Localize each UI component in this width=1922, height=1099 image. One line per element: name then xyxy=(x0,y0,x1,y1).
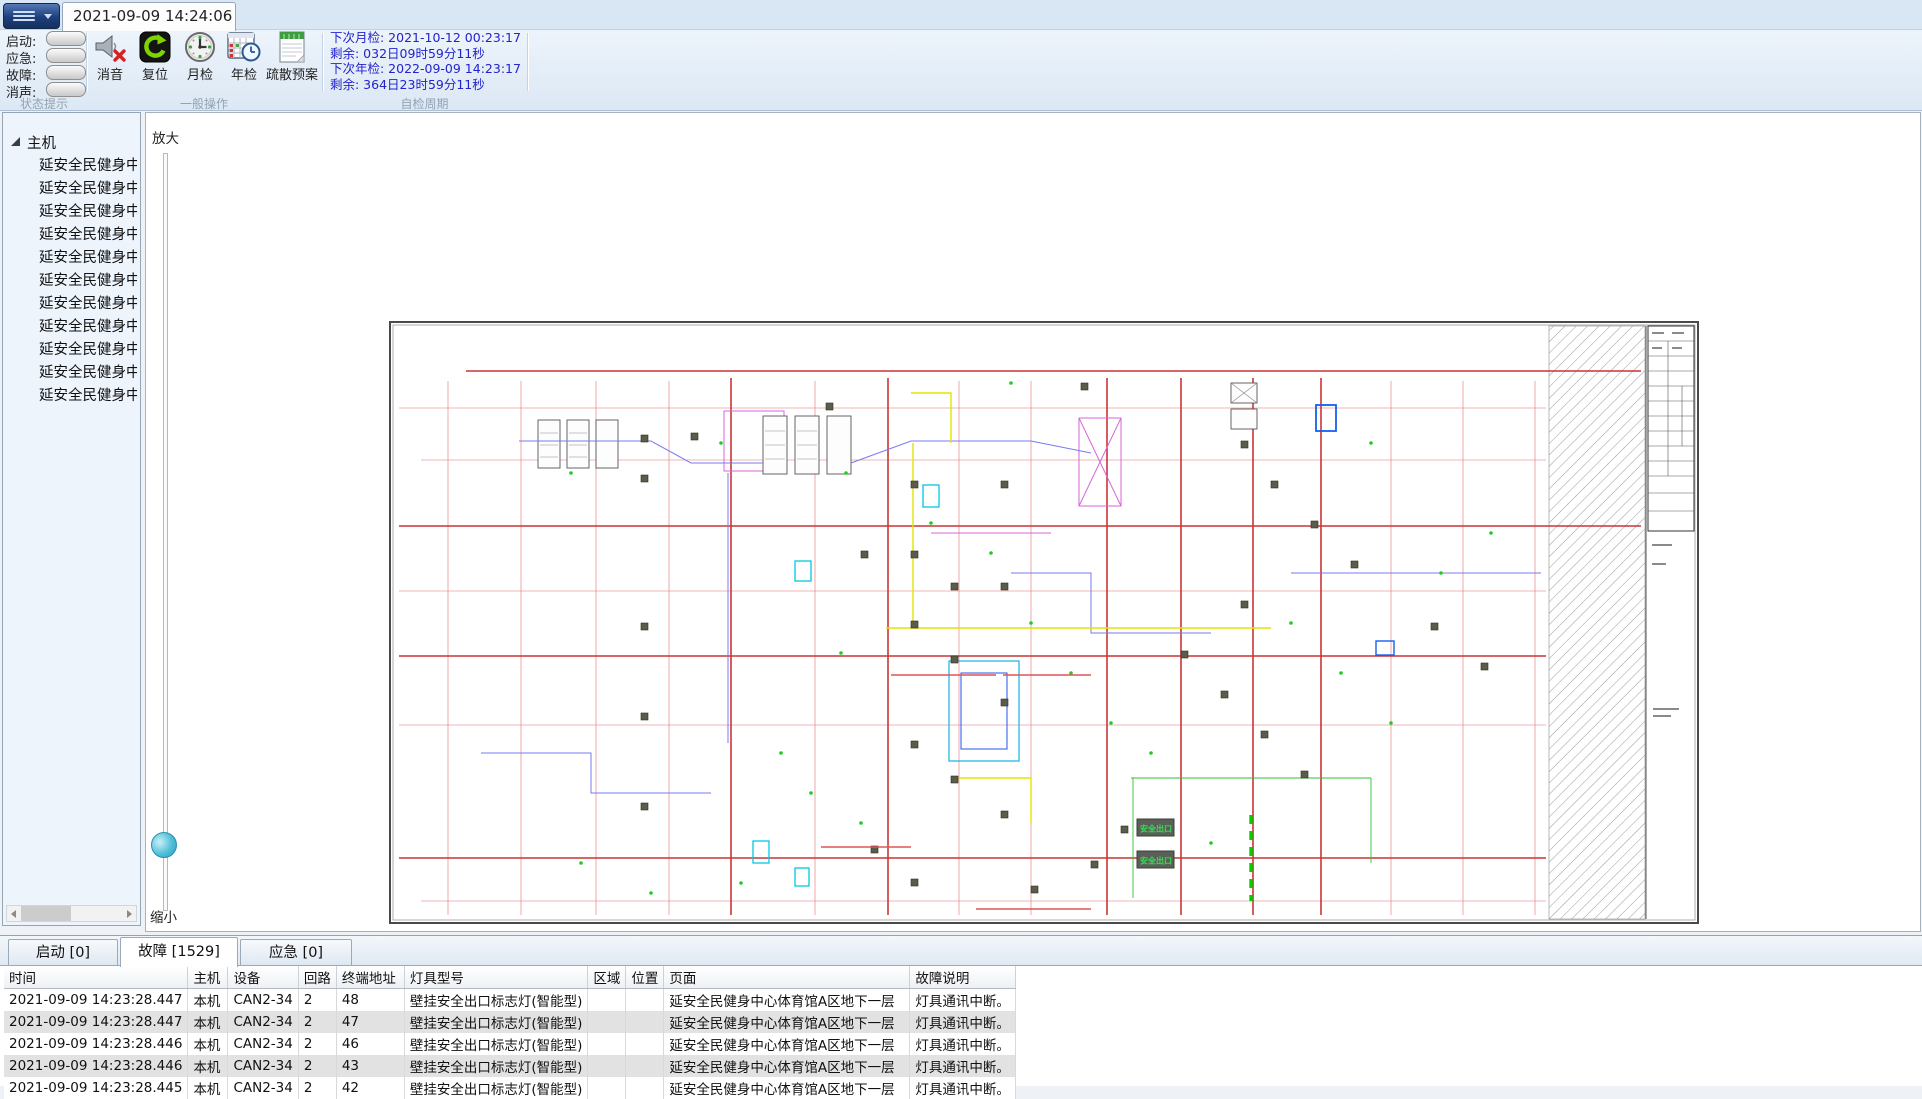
table-row[interactable]: 2021-09-09 14:23:28.446本机 CAN2-342 43壁挂安… xyxy=(4,1055,1015,1077)
zoom-slider-track[interactable] xyxy=(163,153,168,911)
tree-item-9[interactable]: 延安全民健身中心 xyxy=(39,361,137,381)
tab-fault-events[interactable]: 故障 [1529] xyxy=(120,937,238,967)
event-log-panel: 启动 [0] 故障 [1529] 应急 [0] 时间 主机 设备 回路 终端地址… xyxy=(0,935,1922,1086)
actions-group-caption: 一般操作 xyxy=(86,95,322,110)
group-separator xyxy=(527,33,529,91)
hamburger-menu-icon xyxy=(13,11,35,23)
col-header-loop[interactable]: 回路 xyxy=(298,966,336,989)
floor-plan-svg: 安全出口 安全出口 xyxy=(391,323,1697,922)
tree-item-10[interactable]: 延安全民健身中心 xyxy=(39,384,137,404)
selfcheck-group-caption: 自检周期 xyxy=(322,95,527,110)
monthly-check-clock-icon xyxy=(183,31,217,63)
col-header-lamp-model[interactable]: 灯具型号 xyxy=(404,966,588,989)
tree-root-host[interactable]: 主机 xyxy=(27,132,56,153)
status-row-start: 启动: xyxy=(6,31,41,47)
annual-check-calendar-icon xyxy=(227,31,261,63)
exit-sign: 安全出口 安全出口 xyxy=(1137,819,1174,868)
window-title-tab[interactable]: 2021-09-09 14:24:06 xyxy=(62,2,236,31)
col-header-host[interactable]: 主机 xyxy=(188,966,228,989)
fault-indicator-light xyxy=(46,65,86,80)
tree-item-2[interactable]: 延安全民健身中心 xyxy=(39,200,137,220)
next-monthly-check-text: 下次月检: 2021-10-12 00:23:17 xyxy=(330,30,524,46)
col-header-time[interactable]: 时间 xyxy=(4,966,188,989)
tree-item-6[interactable]: 延安全民健身中心 xyxy=(39,292,137,312)
reset-button[interactable]: 复位 xyxy=(133,31,177,83)
svg-text:安全出口: 安全出口 xyxy=(1140,824,1172,834)
tree-item-7[interactable]: 延安全民健身中心 xyxy=(39,315,137,335)
floor-plan-drawing[interactable]: 安全出口 安全出口 xyxy=(389,321,1699,924)
col-header-area[interactable]: 区域 xyxy=(588,966,626,989)
start-indicator-light xyxy=(46,31,86,46)
emergency-indicator-light xyxy=(46,48,86,63)
monthly-check-button[interactable]: 月检 xyxy=(178,31,222,83)
table-header-row: 时间 主机 设备 回路 终端地址 灯具型号 区域 位置 页面 故障说明 xyxy=(4,966,1015,989)
annual-check-button-label: 年检 xyxy=(222,64,266,83)
col-header-fault-description[interactable]: 故障说明 xyxy=(910,966,1016,989)
monthly-remaining-text: 剩余: 032日09时59分11秒 xyxy=(330,46,524,62)
col-header-device[interactable]: 设备 xyxy=(228,966,298,989)
tree-item-1[interactable]: 延安全民健身中心 xyxy=(39,177,137,197)
group-separator xyxy=(322,33,324,91)
tree-item-4[interactable]: 延安全民健身中心 xyxy=(39,246,137,266)
mute-speaker-icon xyxy=(93,31,127,63)
status-group-caption: 状态提示 xyxy=(2,95,86,110)
tree-item-8[interactable]: 延安全民健身中心 xyxy=(39,338,137,358)
tab-start-events[interactable]: 启动 [0] xyxy=(8,939,118,965)
col-header-page[interactable]: 页面 xyxy=(664,966,910,989)
col-header-terminal-address[interactable]: 终端地址 xyxy=(336,966,404,989)
app-menu-button[interactable] xyxy=(3,3,60,29)
dropdown-arrow-icon xyxy=(44,14,52,19)
col-header-position[interactable]: 位置 xyxy=(626,966,664,989)
reset-button-label: 复位 xyxy=(133,64,177,83)
next-annual-check-text: 下次年检: 2022-09-09 14:23:17 xyxy=(330,61,524,77)
window-tab-strip xyxy=(0,0,1922,30)
table-row[interactable]: 2021-09-09 14:23:28.447本机 CAN2-342 48壁挂安… xyxy=(4,989,1015,1012)
mute-button-label: 消音 xyxy=(88,64,132,83)
scrollbar-thumb[interactable] xyxy=(21,906,71,921)
tree-item-3[interactable]: 延安全民健身中心 xyxy=(39,223,137,243)
evacuation-plan-icon xyxy=(275,31,309,63)
tree-horizontal-scrollbar[interactable] xyxy=(6,905,137,922)
mute-button[interactable]: 消音 xyxy=(88,31,132,83)
tree-item-0[interactable]: 延安全民健身中心 xyxy=(39,154,137,174)
status-row-fault: 故障: xyxy=(6,65,41,81)
plan-view-panel[interactable]: 放大 缩小 xyxy=(145,112,1921,932)
host-tree-panel: 主机 延安全民健身中心 延安全民健身中心 延安全民健身中心 延安全民健身中心 延… xyxy=(2,112,141,926)
fault-table: 时间 主机 设备 回路 终端地址 灯具型号 区域 位置 页面 故障说明 2021… xyxy=(4,966,1016,1099)
annual-remaining-text: 剩余: 364日23时59分11秒 xyxy=(330,77,524,93)
table-row[interactable]: 2021-09-09 14:23:28.446本机 CAN2-342 46壁挂安… xyxy=(4,1033,1015,1055)
annual-check-button[interactable]: 年检 xyxy=(222,31,266,83)
table-row[interactable]: 2021-09-09 14:23:28.445本机 CAN2-342 42壁挂安… xyxy=(4,1077,1015,1099)
zoom-in-label: 放大 xyxy=(152,127,179,147)
status-row-emergency: 应急: xyxy=(6,48,41,64)
monthly-check-button-label: 月检 xyxy=(178,64,222,83)
tree-item-5[interactable]: 延安全民健身中心 xyxy=(39,269,137,289)
tab-emergency-events[interactable]: 应急 [0] xyxy=(240,939,352,965)
selfcheck-period-panel: 下次月检: 2021-10-12 00:23:17 剩余: 032日09时59分… xyxy=(330,30,524,92)
zoom-out-label: 缩小 xyxy=(150,906,177,926)
evacuation-plan-button[interactable]: 疏散预案 xyxy=(264,31,320,83)
zoom-slider-thumb[interactable] xyxy=(151,832,177,858)
scrollbar-right-arrow-icon[interactable] xyxy=(122,906,136,921)
table-row[interactable]: 2021-09-09 14:23:28.447本机 CAN2-342 47壁挂安… xyxy=(4,1011,1015,1033)
svg-text:安全出口: 安全出口 xyxy=(1140,856,1172,866)
reset-icon xyxy=(138,31,172,63)
tree-expander-icon[interactable] xyxy=(11,137,20,146)
scrollbar-left-arrow-icon[interactable] xyxy=(7,906,21,921)
ribbon: 2021-09-09 14:24:06 启动: 应急: 故障: 消声: 消音 xyxy=(0,0,1922,111)
evacuation-plan-button-label: 疏散预案 xyxy=(264,64,320,83)
